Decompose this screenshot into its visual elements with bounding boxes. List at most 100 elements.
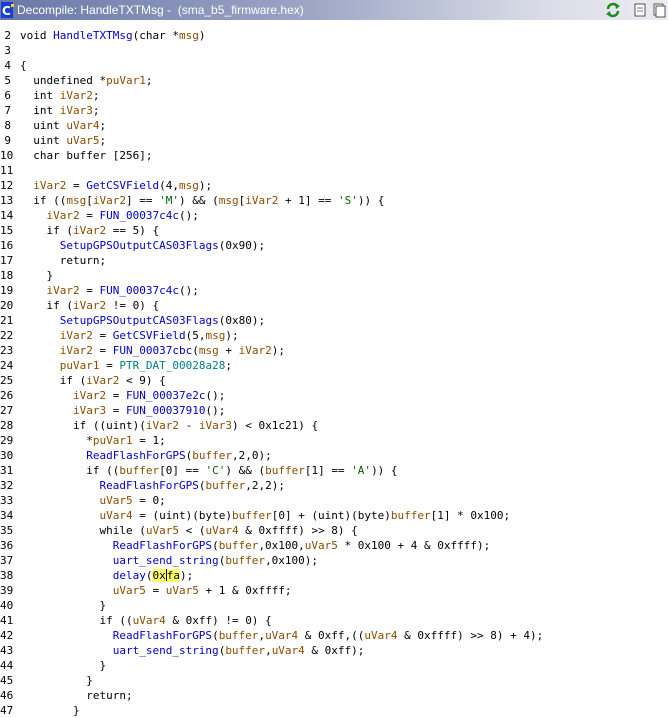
variable-token[interactable]: msg bbox=[219, 194, 239, 207]
variable-token[interactable]: msg bbox=[205, 329, 225, 342]
refresh-icon[interactable] bbox=[604, 1, 622, 19]
variable-token[interactable]: iVar2 bbox=[73, 389, 106, 402]
variable-token[interactable]: uVar5 bbox=[113, 584, 146, 597]
more-icon[interactable] bbox=[652, 1, 666, 19]
variable-token[interactable]: msg bbox=[179, 179, 199, 192]
code-text: if ((buffer[0] == 'C') && (buffer[1] == … bbox=[20, 463, 397, 478]
function-token[interactable]: FUN_00037c4c bbox=[100, 284, 179, 297]
code-token: & 0xff,(( bbox=[298, 629, 365, 642]
function-token[interactable]: ReadFlashForGPS bbox=[99, 479, 198, 492]
code-token: < 9) { bbox=[119, 374, 166, 387]
function-token[interactable]: FUN_00037e2c bbox=[126, 389, 205, 402]
function-token[interactable]: ReadFlashForGPS bbox=[113, 539, 212, 552]
line-number: 13 bbox=[0, 194, 14, 207]
line-number: 17 bbox=[0, 254, 14, 267]
line-number: 23 bbox=[0, 344, 14, 357]
code-token: uint bbox=[20, 119, 67, 132]
function-token[interactable]: uart_send_string bbox=[113, 554, 219, 567]
variable-token[interactable]: msg bbox=[179, 29, 199, 42]
variable-token[interactable]: iVar2 bbox=[47, 209, 80, 222]
variable-token[interactable]: puVar1 bbox=[60, 359, 100, 372]
code-text: if (iVar2 != 0) { bbox=[20, 298, 159, 313]
variable-token[interactable]: puVar1 bbox=[106, 74, 146, 87]
variable-token[interactable]: msg bbox=[199, 344, 219, 357]
line-number: 38 bbox=[0, 569, 14, 582]
variable-token[interactable]: iVar2 bbox=[60, 329, 93, 342]
code-token: != 0) { bbox=[106, 299, 160, 312]
variable-token[interactable]: uVar4 bbox=[205, 524, 238, 537]
function-token[interactable]: SetupGPSOutputCAS03Flags bbox=[60, 314, 219, 327]
variable-token[interactable]: buffer bbox=[391, 509, 431, 522]
variable-token[interactable]: buffer bbox=[225, 644, 265, 657]
variable-token[interactable]: iVar2 bbox=[245, 194, 278, 207]
line-number: 9 bbox=[4, 134, 11, 147]
function-token[interactable]: GetCSVField bbox=[113, 329, 186, 342]
code-token: = bbox=[106, 389, 126, 402]
code-text: if ((msg[iVar2] == 'M') && (msg[iVar2 + … bbox=[20, 193, 384, 208]
variable-token[interactable]: iVar2 bbox=[73, 299, 106, 312]
variable-token[interactable]: uVar5 bbox=[146, 524, 179, 537]
variable-token[interactable]: iVar2 bbox=[60, 89, 93, 102]
variable-token[interactable]: iVar2 bbox=[47, 284, 80, 297]
variable-token[interactable]: iVar2 bbox=[73, 224, 106, 237]
variable-token[interactable]: uVar4 bbox=[133, 614, 166, 627]
line-number: 24 bbox=[0, 359, 14, 372]
function-token[interactable]: uart_send_string bbox=[113, 644, 219, 657]
variable-token[interactable]: uVar4 bbox=[364, 629, 397, 642]
code-text: } bbox=[20, 658, 106, 673]
function-token[interactable]: ReadFlashForGPS bbox=[86, 449, 185, 462]
function-token[interactable]: HandleTXTMsg bbox=[53, 29, 132, 42]
variable-token[interactable]: iVar2 bbox=[93, 194, 126, 207]
variable-token[interactable]: uVar4 bbox=[99, 509, 132, 522]
line-number: 19 bbox=[0, 284, 14, 297]
function-token[interactable]: FUN_00037cbc bbox=[113, 344, 192, 357]
variable-token[interactable]: uVar5 bbox=[99, 494, 132, 507]
variable-token[interactable]: buffer bbox=[219, 539, 259, 552]
variable-token[interactable]: uVar4 bbox=[66, 119, 99, 132]
code-token: uint bbox=[20, 134, 67, 147]
function-token[interactable]: SetupGPSOutputCAS03Flags bbox=[60, 239, 219, 252]
variable-token[interactable]: uVar4 bbox=[272, 644, 305, 657]
variable-token[interactable]: iVar2 bbox=[239, 344, 272, 357]
variable-token[interactable]: uVar5 bbox=[166, 584, 199, 597]
variable-token[interactable]: iVar3 bbox=[60, 104, 93, 117]
variable-token[interactable]: iVar3 bbox=[73, 404, 106, 417]
variable-token[interactable]: iVar2 bbox=[60, 344, 93, 357]
variable-token[interactable]: iVar2 bbox=[86, 374, 119, 387]
variable-token[interactable]: buffer bbox=[225, 554, 265, 567]
code-token: )) { bbox=[357, 194, 385, 207]
svg-text:C: C bbox=[2, 4, 11, 18]
global-token[interactable]: PTR_DAT_00028a28 bbox=[119, 359, 225, 372]
code-token: (); bbox=[178, 209, 199, 222]
variable-token[interactable]: iVar2 bbox=[33, 179, 66, 192]
variable-token[interactable]: buffer bbox=[205, 479, 245, 492]
function-token[interactable]: ReadFlashForGPS bbox=[113, 629, 212, 642]
variable-token[interactable]: uVar5 bbox=[66, 134, 99, 147]
line-number: 47 bbox=[0, 704, 14, 717]
code-token: ); bbox=[179, 569, 194, 582]
variable-token[interactable]: buffer bbox=[119, 464, 159, 477]
variable-token[interactable]: uVar4 bbox=[265, 629, 298, 642]
variable-token[interactable]: buffer bbox=[232, 509, 272, 522]
decompiler-code-panel[interactable]: 2 void HandleTXTMsg(char *msg) 3 4{5 undefi… bbox=[0, 20, 668, 718]
code-token: (4, bbox=[159, 179, 179, 192]
variable-token[interactable]: buffer bbox=[219, 629, 259, 642]
variable-token[interactable]: buffer bbox=[265, 464, 305, 477]
function-token[interactable]: FUN_00037c4c bbox=[100, 209, 179, 222]
code-token: ; bbox=[92, 104, 100, 117]
code-token: [1] * 0x100; bbox=[430, 509, 511, 522]
variable-token[interactable]: iVar3 bbox=[199, 419, 232, 432]
variable-token[interactable]: puVar1 bbox=[93, 434, 133, 447]
snapshot-icon[interactable] bbox=[632, 1, 648, 19]
function-token[interactable]: FUN_00037910 bbox=[126, 404, 205, 417]
function-token[interactable]: delay bbox=[113, 569, 146, 582]
variable-token[interactable]: msg bbox=[66, 194, 86, 207]
code-text: iVar2 = FUN_00037c4c(); bbox=[20, 208, 199, 223]
function-token[interactable]: GetCSVField bbox=[86, 179, 159, 192]
code-token: (); bbox=[205, 404, 226, 417]
code-token: { bbox=[20, 59, 27, 72]
variable-token[interactable]: iVar2 bbox=[146, 419, 179, 432]
variable-token[interactable]: uVar5 bbox=[305, 539, 338, 552]
variable-token[interactable]: buffer bbox=[192, 449, 232, 462]
